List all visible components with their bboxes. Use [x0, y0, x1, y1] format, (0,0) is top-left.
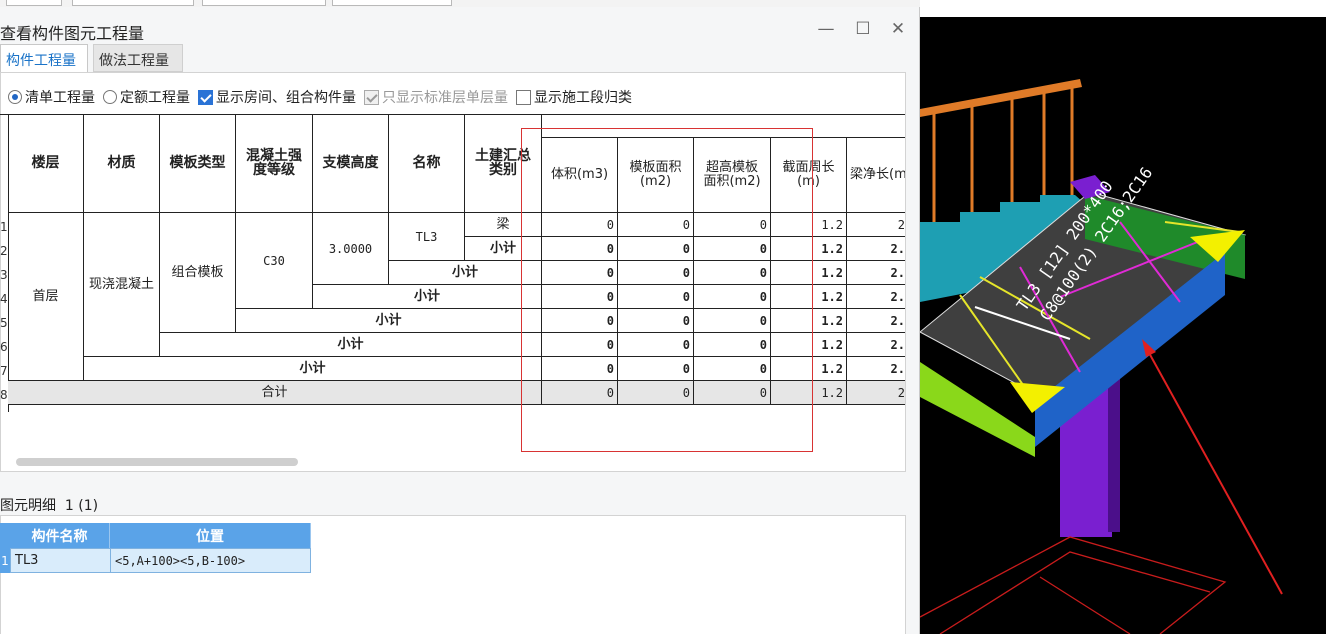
subtotal-label: 小计: [84, 357, 542, 381]
cell-beam-net-length[interactable]: 2: [847, 213, 905, 237]
checkbox-construction-section[interactable]: 显示施工段归类: [516, 87, 632, 107]
detail-header-name[interactable]: 构件名称: [10, 523, 110, 548]
cell-concrete-grade[interactable]: C30: [236, 213, 313, 309]
checkbox-icon[interactable]: [198, 89, 213, 105]
toolbar-combo[interactable]: [72, 0, 194, 6]
row-number: 3: [0, 268, 8, 282]
header-formwork-type[interactable]: 模板类型: [160, 114, 236, 213]
annotation-arrow: [1147, 350, 1283, 595]
cell-support-height[interactable]: 3.0000: [313, 213, 389, 285]
cell-beam-net-length[interactable]: 2.: [847, 333, 905, 357]
3d-viewport[interactable]: TL3 [12] 200*400 C8@100(2) 2C16;2C16: [920, 17, 1326, 634]
minimize-button[interactable]: —: [816, 19, 836, 39]
handrail: [920, 79, 1082, 117]
row-number: 2: [0, 244, 8, 258]
tab-method-quantity[interactable]: 做法工程量: [93, 44, 183, 72]
subtotal-label: 小计: [160, 333, 542, 357]
subtotal-label: 小计: [236, 309, 542, 333]
3d-model-render: TL3 [12] 200*400 C8@100(2) 2C16;2C16: [920, 79, 1283, 634]
top-right-area: [920, 0, 1326, 17]
radio-icon[interactable]: [8, 90, 22, 104]
subtotal-label: 小计: [313, 285, 542, 309]
cell-material[interactable]: 现浇混凝土: [84, 213, 160, 357]
header-material[interactable]: 材质: [84, 114, 160, 213]
maximize-button[interactable]: ☐: [853, 19, 873, 39]
checkbox-show-room[interactable]: 显示房间、组合构件量: [198, 87, 356, 107]
radio-list-quantity[interactable]: 清单工程量: [8, 87, 95, 107]
row-number: 5: [0, 316, 8, 330]
header-concrete-grade[interactable]: 混凝土强度等级: [236, 114, 313, 213]
cell-beam-net-length[interactable]: 2.: [847, 237, 905, 261]
detail-cell-position[interactable]: <5,A+100><5,B-100>: [110, 548, 311, 573]
cell-beam-net-length[interactable]: 2.: [847, 309, 905, 333]
detail-count: 1 (1): [64, 498, 99, 514]
toolbar-combo[interactable]: [6, 0, 62, 6]
row-number: 1: [0, 220, 8, 234]
detail-section-title: 图元明细 1 (1): [0, 498, 99, 514]
header-beam-net-length[interactable]: 梁净长(m): [847, 138, 905, 213]
cell-formwork-type[interactable]: 组合模板: [160, 213, 236, 333]
subtotal-label: 小计: [389, 261, 542, 285]
quantity-dialog: 查看构件图元工程量 — ☐ ✕ 构件工程量 做法工程量 清单工程量 定额工程量 …: [0, 7, 920, 634]
cell-beam-net-length[interactable]: 2.: [847, 285, 905, 309]
toolbar-combo[interactable]: [332, 0, 452, 6]
highlight-box: [521, 128, 813, 452]
row-number: 4: [0, 292, 8, 306]
row-number: 6: [0, 340, 8, 354]
detail-header-position[interactable]: 位置: [110, 523, 311, 548]
close-button[interactable]: ✕: [888, 19, 908, 39]
cell-floor[interactable]: 首层: [8, 213, 84, 381]
options-row: 清单工程量 定额工程量 显示房间、组合构件量 只显示标准层单层量 显示施工段归类: [8, 87, 640, 107]
cell-name[interactable]: TL3: [389, 213, 465, 261]
cell-beam-net-length[interactable]: 2: [847, 381, 905, 405]
detail-row-number: 1: [0, 548, 10, 573]
toolbar-combo[interactable]: [202, 0, 326, 6]
horizontal-scrollbar[interactable]: [16, 458, 298, 466]
row-number: 8: [0, 388, 8, 402]
header-support-height[interactable]: 支模高度: [313, 114, 389, 213]
cell-beam-net-length[interactable]: 2.: [847, 261, 905, 285]
detail-header-corner: [0, 523, 10, 548]
tab-component-quantity[interactable]: 构件工程量: [0, 44, 88, 72]
radio-quota-quantity[interactable]: 定额工程量: [103, 87, 190, 107]
checkbox-icon[interactable]: [516, 89, 531, 105]
cell-beam-net-length[interactable]: 2.: [847, 357, 905, 381]
checkbox-std-floor: 只显示标准层单层量: [364, 87, 508, 107]
header-name[interactable]: 名称: [389, 114, 465, 213]
grid-lines-red: [920, 536, 1227, 634]
detail-cell-name[interactable]: TL3: [10, 548, 111, 573]
header-floor[interactable]: 楼层: [8, 114, 84, 213]
dialog-title: 查看构件图元工程量: [0, 24, 145, 43]
row-number: 7: [0, 364, 8, 378]
checkbox-icon: [364, 89, 379, 105]
radio-icon[interactable]: [103, 90, 117, 104]
total-label: 合计: [8, 381, 542, 405]
